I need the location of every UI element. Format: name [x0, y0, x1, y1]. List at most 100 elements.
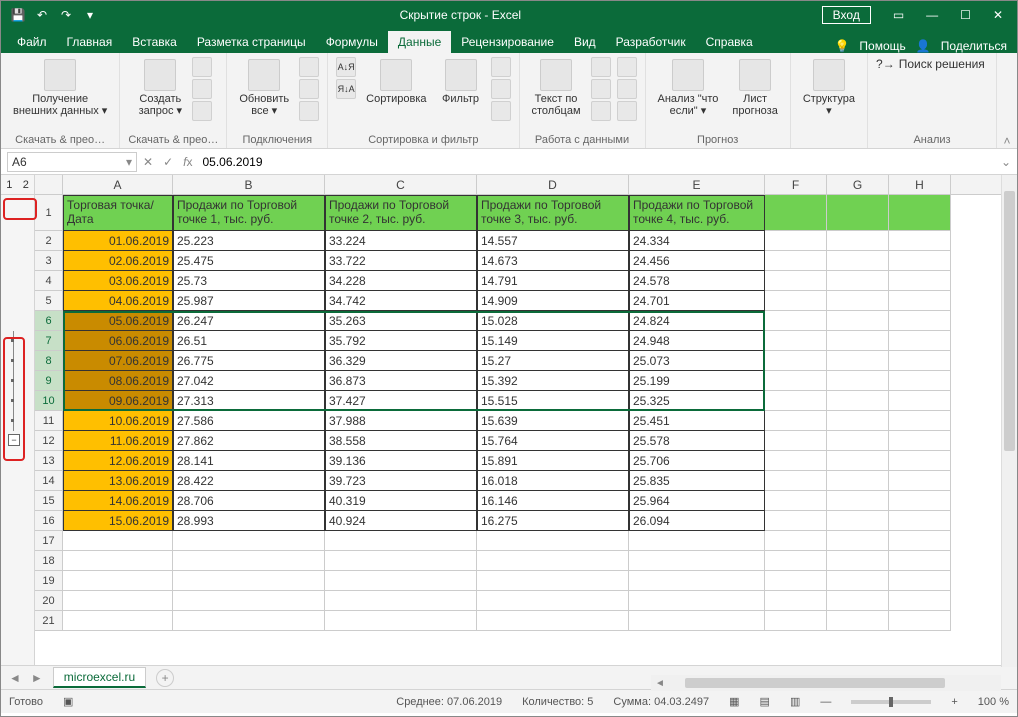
cell[interactable]: 37.427 [325, 391, 477, 411]
row-header[interactable]: 1 [35, 195, 63, 231]
cell[interactable]: 25.706 [629, 451, 765, 471]
sort-za-button[interactable]: Я↓А [336, 79, 356, 99]
cell[interactable]: 25.199 [629, 371, 765, 391]
row-header[interactable]: 18 [35, 551, 63, 571]
cell[interactable]: 26.247 [173, 311, 325, 331]
forecast-sheet-button[interactable]: Лист прогноза [728, 57, 781, 119]
cancel-icon[interactable]: ✕ [143, 155, 153, 169]
close-button[interactable]: ✕ [983, 6, 1013, 24]
cell[interactable]: 16.018 [477, 471, 629, 491]
cell[interactable]: 02.06.2019 [63, 251, 173, 271]
remove-duplicates-icon[interactable] [591, 79, 611, 99]
solver-button[interactable]: ?→ Поиск решения [876, 57, 985, 71]
col-header-D[interactable]: D [477, 175, 629, 194]
cell[interactable]: 14.791 [477, 271, 629, 291]
what-if-button[interactable]: Анализ "что если" ▾ [654, 57, 723, 119]
cell[interactable]: 03.06.2019 [63, 271, 173, 291]
sheet-nav-next-icon[interactable]: ► [31, 671, 43, 685]
save-icon[interactable]: 💾 [9, 6, 27, 24]
col-header-H[interactable]: H [889, 175, 951, 194]
col-header-C[interactable]: C [325, 175, 477, 194]
cell[interactable]: 05.06.2019 [63, 311, 173, 331]
cell[interactable]: 11.06.2019 [63, 431, 173, 451]
sort-az-button[interactable]: А↓Я [336, 57, 356, 77]
advanced-filter-icon[interactable] [491, 101, 511, 121]
redo-icon[interactable]: ↷ [57, 6, 75, 24]
tab-home[interactable]: Главная [57, 31, 123, 53]
outline-level-1[interactable]: 1 [1, 175, 18, 194]
cell[interactable]: 39.136 [325, 451, 477, 471]
view-break-icon[interactable]: ▥ [790, 695, 800, 708]
tab-view[interactable]: Вид [564, 31, 606, 53]
share-icon[interactable]: 👤 [916, 39, 931, 53]
cell[interactable]: 28.422 [173, 471, 325, 491]
outline-button[interactable]: Структура ▾ [799, 57, 859, 119]
cell[interactable]: 25.475 [173, 251, 325, 271]
cell[interactable]: Продажи по Торговой точке 4, тыс. руб. [629, 195, 765, 231]
cell[interactable]: 26.775 [173, 351, 325, 371]
row-header[interactable]: 5 [35, 291, 63, 311]
cell[interactable]: 39.723 [325, 471, 477, 491]
cell[interactable]: 16.275 [477, 511, 629, 531]
cell[interactable]: 15.06.2019 [63, 511, 173, 531]
enter-icon[interactable]: ✓ [163, 155, 173, 169]
cell[interactable]: 01.06.2019 [63, 231, 173, 251]
row-header[interactable]: 6 [35, 311, 63, 331]
tab-help[interactable]: Справка [696, 31, 763, 53]
cell[interactable]: 27.586 [173, 411, 325, 431]
row-header[interactable]: 8 [35, 351, 63, 371]
minimize-button[interactable]: — [916, 6, 948, 24]
row-header[interactable]: 19 [35, 571, 63, 591]
zoom-slider[interactable] [851, 700, 931, 704]
cell[interactable]: 25.451 [629, 411, 765, 431]
cell[interactable]: 25.223 [173, 231, 325, 251]
row-header[interactable]: 7 [35, 331, 63, 351]
expand-formula-icon[interactable]: ⌄ [1001, 155, 1011, 169]
cell[interactable]: 14.06.2019 [63, 491, 173, 511]
cell[interactable]: 15.27 [477, 351, 629, 371]
cell[interactable]: 28.993 [173, 511, 325, 531]
cell[interactable]: 14.557 [477, 231, 629, 251]
cell[interactable]: 38.558 [325, 431, 477, 451]
row-header[interactable]: 2 [35, 231, 63, 251]
cell[interactable]: 26.094 [629, 511, 765, 531]
cell[interactable]: 10.06.2019 [63, 411, 173, 431]
cell[interactable]: 09.06.2019 [63, 391, 173, 411]
cell[interactable]: Продажи по Торговой точке 2, тыс. руб. [325, 195, 477, 231]
cell[interactable]: 13.06.2019 [63, 471, 173, 491]
cell[interactable]: 25.835 [629, 471, 765, 491]
sort-button[interactable]: Сортировка [362, 57, 430, 107]
view-normal-icon[interactable]: ▦ [729, 695, 739, 708]
cell[interactable]: 08.06.2019 [63, 371, 173, 391]
cell[interactable]: 15.764 [477, 431, 629, 451]
col-header-E[interactable]: E [629, 175, 765, 194]
edit-links-icon[interactable] [299, 101, 319, 121]
horizontal-scrollbar[interactable]: ◄ [651, 675, 1001, 691]
consolidate-icon[interactable] [617, 57, 637, 77]
cell[interactable]: 15.515 [477, 391, 629, 411]
col-header-G[interactable]: G [827, 175, 889, 194]
row-header[interactable]: 10 [35, 391, 63, 411]
cell[interactable]: 25.073 [629, 351, 765, 371]
cell[interactable]: 25.578 [629, 431, 765, 451]
cell[interactable]: 33.224 [325, 231, 477, 251]
formula-input[interactable] [198, 152, 994, 172]
flash-fill-icon[interactable] [591, 57, 611, 77]
cell[interactable]: 04.06.2019 [63, 291, 173, 311]
col-header-A[interactable]: A [63, 175, 173, 194]
cell[interactable]: 24.334 [629, 231, 765, 251]
cell[interactable]: 27.862 [173, 431, 325, 451]
row-header[interactable]: 15 [35, 491, 63, 511]
row-header[interactable]: 4 [35, 271, 63, 291]
cell[interactable]: 34.228 [325, 271, 477, 291]
fx-icon[interactable]: fx [183, 155, 192, 169]
tab-layout[interactable]: Разметка страницы [187, 31, 316, 53]
maximize-button[interactable]: ☐ [950, 6, 981, 24]
row-header[interactable]: 12 [35, 431, 63, 451]
signin-button[interactable]: Вход [822, 6, 871, 24]
tab-data[interactable]: Данные [388, 31, 451, 53]
sheet-tab-active[interactable]: microexcel.ru [53, 667, 146, 688]
cell[interactable]: 15.149 [477, 331, 629, 351]
share-label[interactable]: Поделиться [941, 39, 1007, 53]
select-all-corner[interactable] [35, 175, 63, 195]
